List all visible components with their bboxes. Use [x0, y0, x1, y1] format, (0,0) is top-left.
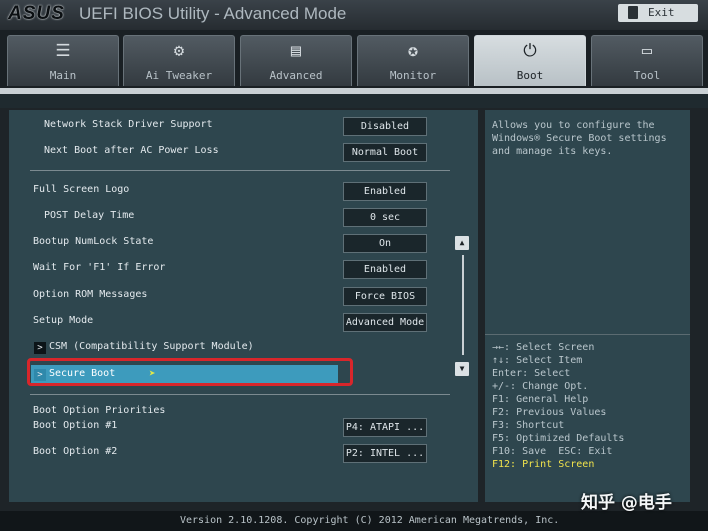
setting-value[interactable]: Advanced Mode	[343, 313, 427, 332]
submenu-label: CSM (Compatibility Support Module)	[49, 341, 254, 352]
exit-icon	[628, 6, 638, 19]
setting-label: Setup Mode	[33, 315, 94, 326]
app-title: UEFI BIOS Utility - Advanced Mode	[79, 4, 347, 23]
key-hint: →←: Select Screen	[492, 342, 595, 353]
setting-row-wait-f1[interactable]: Wait For 'F1' If Error Enabled	[9, 259, 449, 279]
setting-row-option-rom[interactable]: Option ROM Messages Force BIOS	[9, 286, 449, 306]
list-icon: ☰	[55, 41, 71, 61]
setting-row-numlock[interactable]: Bootup NumLock State On	[9, 233, 449, 253]
setting-label: Network Stack Driver Support	[44, 119, 213, 130]
setting-value[interactable]: P2: INTEL ...	[343, 444, 427, 463]
setting-label: Option ROM Messages	[33, 289, 148, 300]
tab-label: Advanced	[269, 69, 323, 82]
setting-row-full-screen-logo[interactable]: Full Screen Logo Enabled	[9, 181, 449, 201]
setting-label: Wait For 'F1' If Error	[33, 262, 166, 273]
scroll-up-button[interactable]: ▲	[455, 236, 469, 250]
setting-value[interactable]: Enabled	[343, 260, 427, 279]
help-text: Allows you to configure the Windows® Sec…	[492, 120, 667, 157]
tab-advanced[interactable]: ▤ Advanced	[240, 35, 352, 86]
key-hint: F5: Optimized Defaults	[492, 433, 625, 444]
exit-button[interactable]: Exit	[618, 4, 698, 22]
divider	[30, 170, 450, 171]
highlight-box	[27, 358, 353, 386]
setting-label: Bootup NumLock State	[33, 236, 154, 247]
setting-value[interactable]: Force BIOS	[343, 287, 427, 306]
setting-value[interactable]: On	[343, 234, 427, 253]
tab-tool[interactable]: ▭ Tool	[591, 35, 703, 86]
tab-label: Main	[49, 69, 77, 82]
key-legend: →←: Select Screen ↑↓: Select Item Enter:…	[492, 341, 624, 471]
power-icon: ⏻	[523, 41, 537, 61]
setting-value[interactable]: Enabled	[343, 182, 427, 201]
title-bar: ASUS UEFI BIOS Utility - Advanced Mode E…	[0, 0, 708, 30]
tab-ai-tweaker[interactable]: ⚙ Ai Tweaker	[123, 35, 235, 86]
submenu-csm[interactable]: > CSM (Compatibility Support Module)	[9, 338, 449, 358]
setting-value[interactable]: 0 sec	[343, 208, 427, 227]
setting-label: Full Screen Logo	[33, 184, 130, 195]
tab-label: Boot	[516, 69, 544, 82]
key-hint: F1: General Help	[492, 394, 589, 405]
tab-main[interactable]: ☰ Main	[7, 35, 119, 86]
key-hint: F3: Shortcut	[492, 420, 565, 431]
tab-bar: ☰ Main ⚙ Ai Tweaker ▤ Advanced ✪ Monitor…	[0, 30, 708, 88]
divider	[30, 394, 450, 395]
tweaker-icon: ⚙	[173, 41, 185, 61]
scrollbar-track[interactable]	[462, 255, 464, 355]
tab-monitor[interactable]: ✪ Monitor	[357, 35, 469, 86]
tool-icon: ▭	[641, 41, 653, 61]
setting-label: POST Delay Time	[44, 210, 135, 221]
header-divider	[0, 94, 708, 108]
key-hint-highlight: F12: Print Screen	[492, 459, 595, 470]
watermark: 知乎 @电手	[581, 493, 672, 513]
setting-value[interactable]: Normal Boot	[343, 143, 427, 162]
help-panel: Allows you to configure the Windows® Sec…	[485, 110, 690, 502]
setting-label: Boot Option #2	[33, 446, 118, 457]
boot-option-row-2[interactable]: Boot Option #2 P2: INTEL ...	[9, 443, 449, 463]
boot-option-row-1[interactable]: Boot Option #1 P4: ATAPI ...	[9, 417, 449, 437]
scroll-down-button[interactable]: ▼	[455, 362, 469, 376]
setting-row-next-boot[interactable]: Next Boot after AC Power Loss Normal Boo…	[9, 142, 449, 162]
advanced-icon: ▤	[290, 41, 302, 61]
setting-label: Boot Option #1	[33, 420, 118, 431]
tab-label: Tool	[633, 69, 661, 82]
setting-label: Next Boot after AC Power Loss	[44, 145, 219, 156]
copyright-text: Version 2.10.1208. Copyright (C) 2012 Am…	[180, 515, 560, 526]
section-heading: Boot Option Priorities	[33, 405, 166, 416]
setting-value[interactable]: P4: ATAPI ...	[343, 418, 427, 437]
key-hint: F10: Save ESC: Exit	[492, 446, 613, 457]
tab-boot[interactable]: ⏻ Boot	[474, 35, 586, 86]
monitor-icon: ✪	[407, 41, 419, 61]
tab-label: Ai Tweaker	[145, 69, 213, 82]
help-description-area: Allows you to configure the Windows® Sec…	[485, 110, 690, 335]
tab-label: Monitor	[389, 69, 437, 82]
mouse-cursor-icon: ➤	[149, 367, 156, 380]
key-hint: Enter: Select	[492, 368, 571, 379]
settings-panel: Network Stack Driver Support Disabled Ne…	[9, 110, 478, 502]
setting-row-network-stack[interactable]: Network Stack Driver Support Disabled	[9, 116, 449, 136]
key-hint: F2: Previous Values	[492, 407, 607, 418]
asus-logo: ASUS	[8, 3, 65, 24]
setting-value[interactable]: Disabled	[343, 117, 427, 136]
footer-bar: Version 2.10.1208. Copyright (C) 2012 Am…	[0, 511, 708, 531]
setting-row-setup-mode[interactable]: Setup Mode Advanced Mode	[9, 312, 449, 332]
key-hint: ↑↓: Select Item	[492, 355, 583, 366]
exit-label: Exit	[648, 6, 675, 19]
key-hint: +/-: Change Opt.	[492, 381, 589, 392]
setting-row-post-delay[interactable]: POST Delay Time 0 sec	[9, 207, 449, 227]
chevron-right-icon: >	[34, 342, 46, 354]
